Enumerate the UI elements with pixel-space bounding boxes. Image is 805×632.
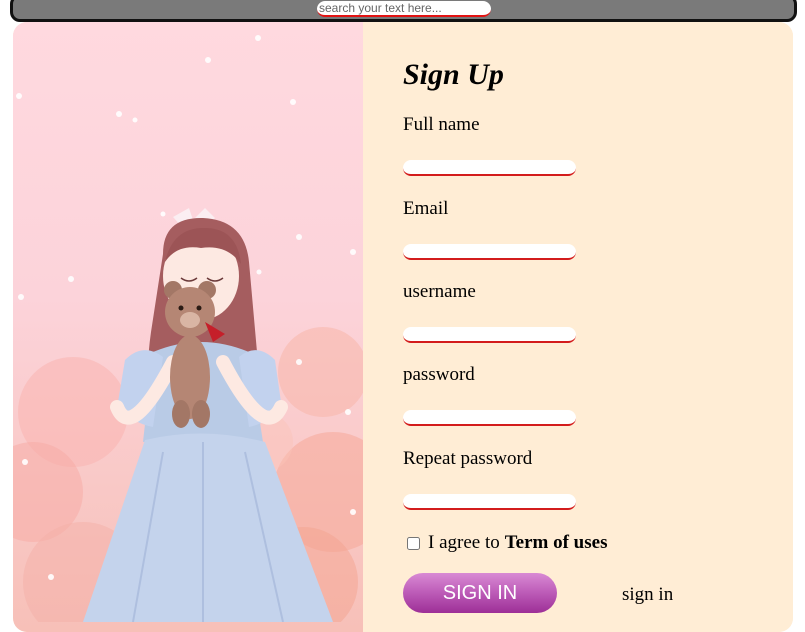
girl-with-teddy-bear-illustration <box>13 22 363 632</box>
full-name-label: Full name <box>403 114 480 135</box>
search-input[interactable] <box>317 1 491 17</box>
signup-form: Sign Up Full name Email username passwor… <box>363 22 793 632</box>
terms-agree-text: I agree to <box>428 532 500 553</box>
full-name-field[interactable] <box>403 160 576 176</box>
form-title: Sign Up <box>403 58 504 91</box>
terms-link[interactable]: Term of uses <box>505 532 608 554</box>
illustration-drawing <box>13 35 363 632</box>
sign-in-link[interactable]: sign in <box>622 584 673 606</box>
username-label: username <box>403 281 476 302</box>
signup-card: Sign Up Full name Email username passwor… <box>13 22 793 632</box>
repeat-password-field[interactable] <box>403 494 576 510</box>
sign-in-button[interactable]: SIGN IN <box>403 573 557 613</box>
email-label: Email <box>403 198 449 219</box>
username-field[interactable] <box>403 327 576 343</box>
password-field[interactable] <box>403 410 576 426</box>
email-field[interactable] <box>403 244 576 260</box>
search-bar <box>10 0 797 22</box>
terms-agreement: I agree to Term of uses <box>405 532 607 554</box>
repeat-password-label: Repeat password <box>403 448 533 469</box>
terms-checkbox[interactable] <box>407 536 420 550</box>
password-label: password <box>403 364 475 385</box>
